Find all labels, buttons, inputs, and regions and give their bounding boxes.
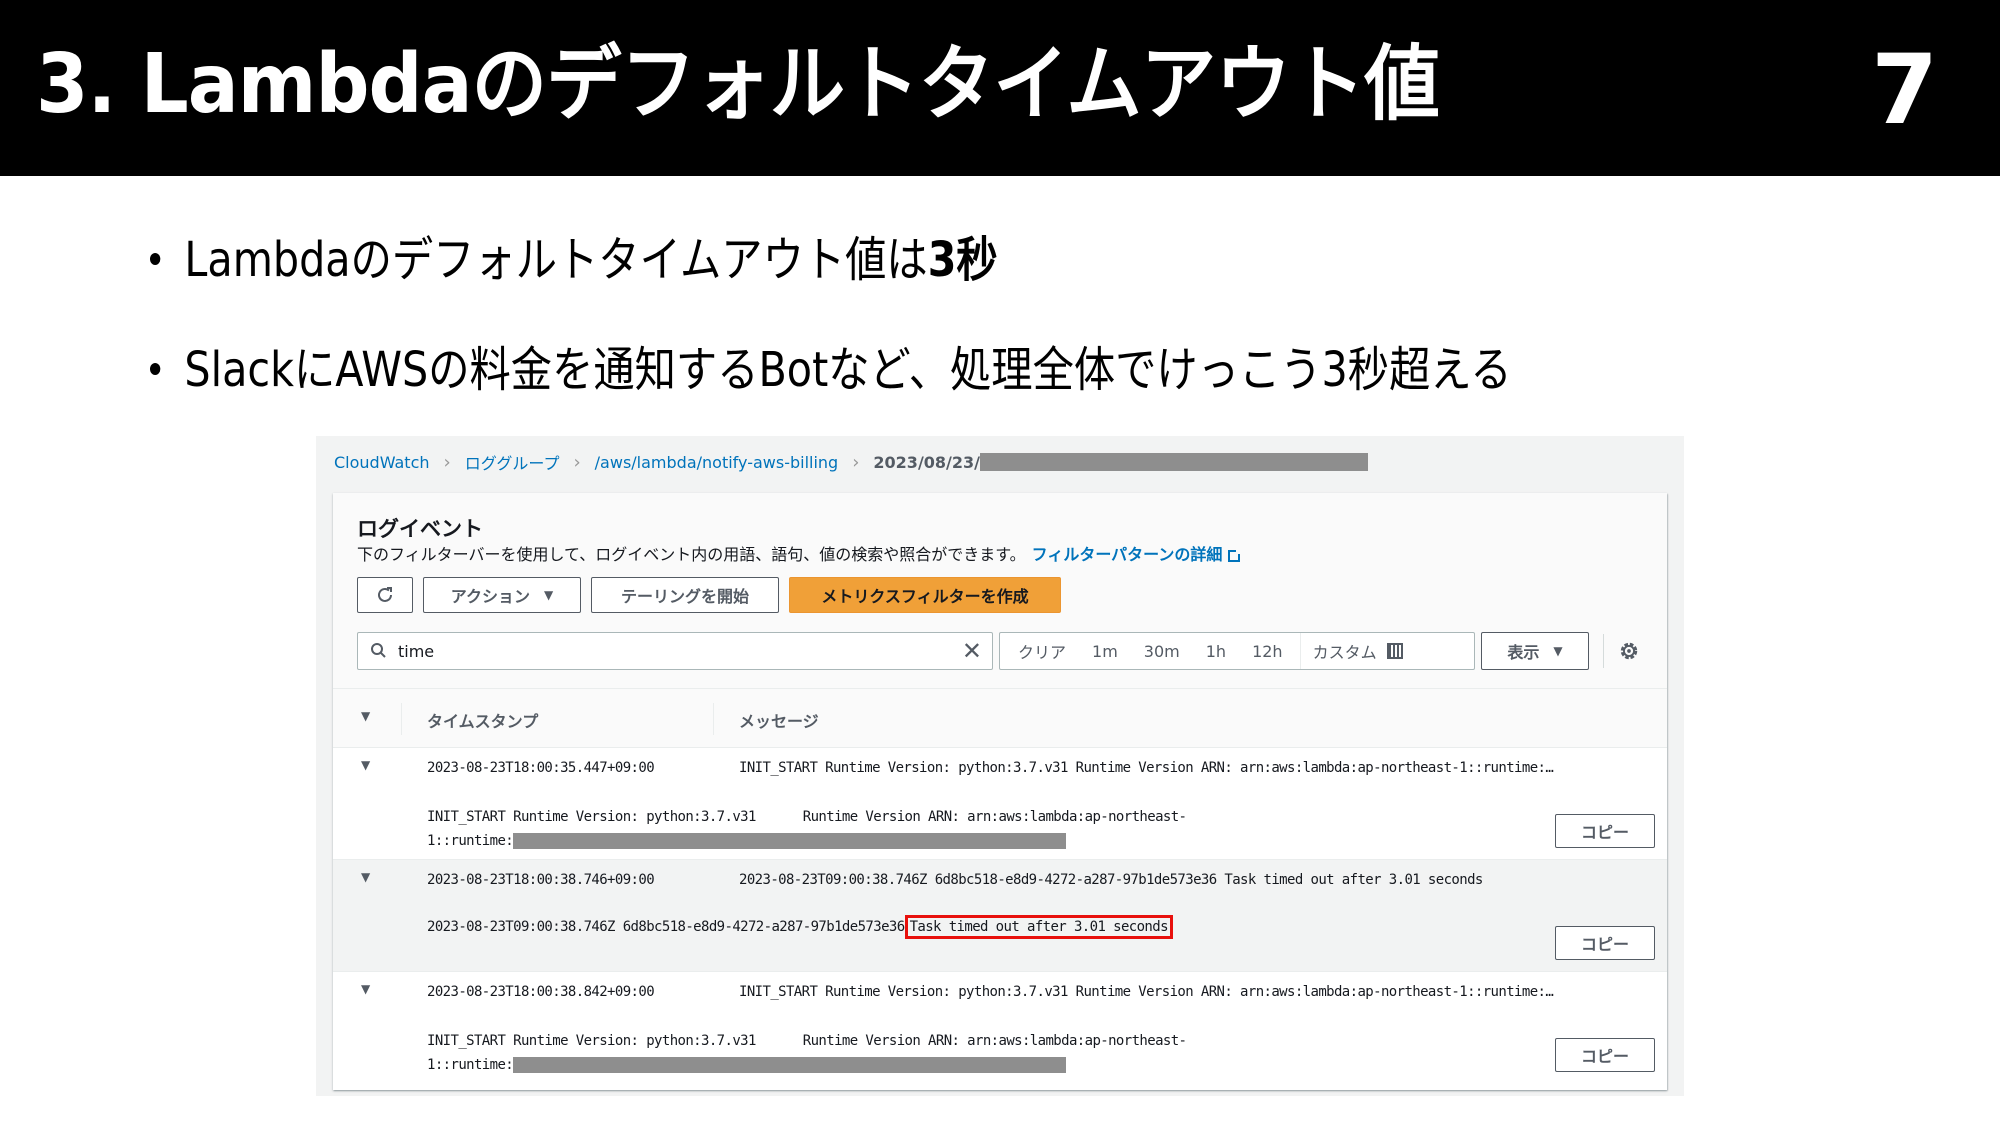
search-icon xyxy=(371,643,386,658)
bullet-text: Lambdaのデフォルトタイムアウト値は xyxy=(184,232,928,288)
column-header-timestamp[interactable]: タイムスタンプ xyxy=(427,708,538,732)
table-row[interactable]: ▼ 2023-08-23T18:00:35.447+09:00 INIT_STA… xyxy=(333,748,1667,860)
redaction-bar xyxy=(513,833,1067,849)
time-range-selector: クリア 1m 30m 1h 12h カスタム xyxy=(999,632,1475,670)
range-30m[interactable]: 30m xyxy=(1131,642,1193,661)
row-detail: INIT_START Runtime Version: python:3.7.v… xyxy=(427,1033,1187,1049)
row-detail: 2023-08-23T09:00:38.746Z 6d8bc518-e8d9-4… xyxy=(427,915,1173,939)
cloudwatch-screenshot: CloudWatch › ロググループ › /aws/lambda/notify… xyxy=(316,436,1684,1096)
table-header: ▼ タイムスタンプ メッセージ xyxy=(333,688,1667,748)
bullet-item: SlackにAWSの料金を通知するBotなど、処理全体でけっこう3秒超える xyxy=(150,340,1512,400)
range-12h[interactable]: 12h xyxy=(1239,642,1296,661)
row-timestamp: 2023-08-23T18:00:38.842+09:00 xyxy=(427,984,655,1000)
breadcrumb-log-groups[interactable]: ロググループ xyxy=(465,450,560,474)
range-custom[interactable]: カスタム xyxy=(1299,633,1415,669)
range-custom-label: カスタム xyxy=(1312,643,1377,662)
column-divider xyxy=(401,703,402,735)
row-timestamp: 2023-08-23T18:00:35.447+09:00 xyxy=(427,760,655,776)
breadcrumb-log-group[interactable]: /aws/lambda/notify-aws-billing xyxy=(595,453,839,472)
expand-all-icon[interactable]: ▼ xyxy=(361,709,370,723)
table-row[interactable]: ▼ 2023-08-23T18:00:38.842+09:00 INIT_STA… xyxy=(333,972,1667,1084)
caret-down-icon[interactable]: ▼ xyxy=(361,758,370,772)
panel-title: ログイベント xyxy=(357,517,483,541)
caret-down-icon[interactable]: ▼ xyxy=(361,870,370,884)
breadcrumb-cloudwatch[interactable]: CloudWatch xyxy=(334,453,430,472)
row-detail-text: 1::runtime: xyxy=(427,1057,514,1073)
table-row[interactable]: ▼ 2023-08-23T18:00:38.746+09:00 2023-08-… xyxy=(333,860,1667,972)
copy-button[interactable]: コピー xyxy=(1555,926,1655,960)
calendar-icon xyxy=(1386,643,1403,659)
actions-dropdown[interactable]: アクション ▼ xyxy=(423,577,581,613)
row-detail: 1::runtime: xyxy=(427,1057,1067,1073)
start-tailing-button[interactable]: テーリングを開始 xyxy=(591,577,779,613)
filter-search-input[interactable]: time ✕ xyxy=(357,632,993,670)
row-message: INIT_START Runtime Version: python:3.7.v… xyxy=(739,760,1554,776)
copy-button[interactable]: コピー xyxy=(1555,1038,1655,1072)
row-detail: 1::runtime: xyxy=(427,833,1067,849)
caret-down-icon[interactable]: ▼ xyxy=(361,982,370,996)
slide-title: 3. Lambdaのデフォルトタイムアウト値 xyxy=(36,37,1440,132)
search-value: time xyxy=(398,642,435,661)
redaction-bar xyxy=(980,453,1368,471)
row-detail-text: 1::runtime: xyxy=(427,833,514,849)
range-1m[interactable]: 1m xyxy=(1079,642,1131,661)
row-detail-text: 2023-08-23T09:00:38.746Z 6d8bc518-e8d9-4… xyxy=(427,919,905,935)
caret-down-icon: ▼ xyxy=(1553,644,1563,658)
row-message: INIT_START Runtime Version: python:3.7.v… xyxy=(739,984,1554,1000)
copy-button[interactable]: コピー xyxy=(1555,814,1655,848)
row-message: 2023-08-23T09:00:38.746Z 6d8bc518-e8d9-4… xyxy=(739,872,1483,888)
chevron-right-icon: › xyxy=(852,451,860,473)
bullet-item: Lambdaのデフォルトタイムアウト値は3秒 xyxy=(150,230,998,290)
breadcrumb: CloudWatch › ロググループ › /aws/lambda/notify… xyxy=(334,450,1368,474)
bullet-dot-icon xyxy=(150,363,161,375)
panel-header: ログイベント 下のフィルターバーを使用して、ログイベント内の用語、語句、値の検索… xyxy=(333,493,1667,688)
bullet-text: SlackにAWSの料金を通知するBotなど、処理全体でけっこう3秒超える xyxy=(184,342,1512,398)
row-detail: INIT_START Runtime Version: python:3.7.v… xyxy=(427,809,1187,825)
actions-label: アクション xyxy=(450,587,530,606)
timeout-highlight: Task timed out after 3.01 seconds xyxy=(904,915,1173,939)
row-timestamp: 2023-08-23T18:00:38.746+09:00 xyxy=(427,872,655,888)
column-header-message[interactable]: メッセージ xyxy=(739,708,819,732)
external-link-icon xyxy=(1228,548,1242,562)
redaction-bar xyxy=(513,1057,1067,1073)
display-label: 表示 xyxy=(1507,643,1540,662)
bullet-emphasis: 3秒 xyxy=(927,232,998,288)
close-icon[interactable]: ✕ xyxy=(962,637,982,665)
log-events-panel: ログイベント 下のフィルターバーを使用して、ログイベント内の用語、語句、値の検索… xyxy=(333,493,1667,1090)
chevron-right-icon: › xyxy=(573,451,581,473)
display-dropdown[interactable]: 表示 ▼ xyxy=(1481,632,1589,670)
description-text: 下のフィルターバーを使用して、ログイベント内の用語、語句、値の検索や照合ができま… xyxy=(357,545,1026,564)
column-divider xyxy=(713,703,714,735)
breadcrumb-log-stream: 2023/08/23/ xyxy=(873,452,980,472)
refresh-button[interactable] xyxy=(357,577,413,613)
create-metric-filter-button[interactable]: メトリクスフィルターを作成 xyxy=(789,577,1061,613)
range-1h[interactable]: 1h xyxy=(1193,642,1239,661)
refresh-icon xyxy=(378,587,392,602)
caret-down-icon: ▼ xyxy=(543,588,554,602)
gear-icon[interactable] xyxy=(1618,640,1640,662)
range-clear[interactable]: クリア xyxy=(1000,639,1079,663)
chevron-right-icon: › xyxy=(443,451,451,473)
divider xyxy=(1603,634,1604,668)
slide-header: 3. Lambdaのデフォルトタイムアウト値 7 xyxy=(0,0,2000,176)
bullet-dot-icon xyxy=(150,253,161,265)
slide-page-number: 7 xyxy=(1871,34,1938,146)
filter-pattern-link[interactable]: フィルターパターンの詳細 xyxy=(1032,545,1223,564)
panel-description: 下のフィルターバーを使用して、ログイベント内の用語、語句、値の検索や照合ができま… xyxy=(357,541,1242,565)
